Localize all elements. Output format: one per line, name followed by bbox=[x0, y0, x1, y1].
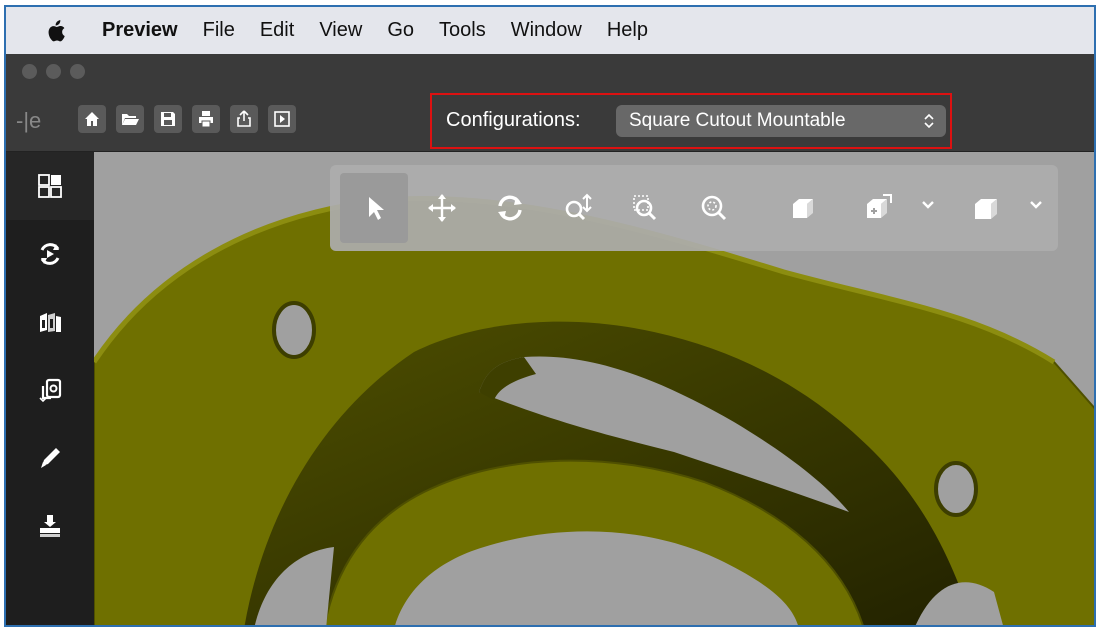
menu-app-name[interactable]: Preview bbox=[102, 19, 178, 42]
home-button[interactable] bbox=[78, 105, 106, 133]
view-orientation-button[interactable] bbox=[844, 173, 912, 243]
view-orientation-chevron-down-icon[interactable] bbox=[920, 197, 936, 213]
sidebar-views[interactable] bbox=[6, 288, 94, 356]
menu-tools[interactable]: Tools bbox=[439, 19, 486, 42]
configurations-selected-value: Square Cutout Mountable bbox=[629, 110, 846, 131]
rotate-icon bbox=[498, 195, 522, 221]
close-window-button[interactable] bbox=[22, 64, 37, 79]
markup-pen-icon bbox=[41, 448, 60, 468]
view-toolbar bbox=[330, 165, 1058, 251]
sidebar-markup[interactable] bbox=[6, 424, 94, 492]
zoom-fit-icon bbox=[701, 195, 727, 221]
zoom-area-tool-button[interactable] bbox=[612, 173, 680, 243]
title-bar bbox=[6, 54, 1094, 88]
pan-icon bbox=[428, 194, 456, 222]
print-button[interactable] bbox=[192, 105, 220, 133]
standard-view-icon bbox=[793, 199, 813, 218]
animation-icon bbox=[40, 243, 60, 265]
zoom-window-button[interactable] bbox=[70, 64, 85, 79]
zoom-tool-button[interactable] bbox=[544, 173, 612, 243]
minimize-window-button[interactable] bbox=[46, 64, 61, 79]
apple-icon[interactable] bbox=[44, 18, 72, 44]
menu-go[interactable]: Go bbox=[387, 19, 414, 42]
panel-toggle-icon bbox=[274, 111, 290, 127]
configurations-label: Configurations: bbox=[446, 109, 581, 131]
menu-window[interactable]: Window bbox=[511, 19, 582, 42]
zoom-area-icon bbox=[633, 195, 657, 221]
zoom-fit-tool-button[interactable] bbox=[680, 173, 748, 243]
pan-tool-button[interactable] bbox=[408, 173, 476, 243]
print-icon bbox=[199, 111, 213, 128]
menu-view[interactable]: View bbox=[319, 19, 362, 42]
select-arrow-icon bbox=[369, 197, 384, 220]
share-icon bbox=[237, 110, 251, 127]
menu-file[interactable]: File bbox=[203, 19, 235, 42]
display-style-chevron-down-icon[interactable] bbox=[1028, 197, 1044, 213]
print3d-icon bbox=[40, 515, 60, 537]
display-manager-icon bbox=[38, 174, 62, 198]
select-tool-button[interactable] bbox=[340, 173, 408, 243]
configurations-icon bbox=[39, 378, 62, 403]
sidebar-display-manager[interactable] bbox=[6, 152, 94, 220]
open-folder-icon bbox=[122, 114, 139, 125]
toolbar: -|e Configurations: Square Cutout Mounta… bbox=[6, 88, 1094, 152]
save-button[interactable] bbox=[154, 105, 182, 133]
standard-view-button[interactable] bbox=[768, 173, 836, 243]
share-button[interactable] bbox=[230, 105, 258, 133]
display-style-button[interactable] bbox=[952, 173, 1020, 243]
save-icon bbox=[161, 112, 175, 126]
views-icon bbox=[40, 313, 61, 332]
configurations-select[interactable]: Square Cutout Mountable bbox=[616, 105, 946, 137]
left-sidebar bbox=[6, 152, 94, 625]
zoom-icon bbox=[565, 193, 592, 221]
display-style-icon bbox=[975, 199, 997, 219]
app-window: Preview File Edit View Go Tools Window H… bbox=[4, 5, 1096, 627]
menu-bar: Preview File Edit View Go Tools Window H… bbox=[6, 7, 1094, 54]
sidebar-animation[interactable] bbox=[6, 220, 94, 288]
panel-toggle-button[interactable] bbox=[268, 105, 296, 133]
sidebar-configurations[interactable] bbox=[6, 356, 94, 424]
back-button[interactable]: -|e bbox=[16, 108, 41, 134]
home-icon bbox=[85, 112, 99, 126]
updown-chevron-icon bbox=[924, 113, 934, 129]
menu-help[interactable]: Help bbox=[607, 19, 648, 42]
rotate-tool-button[interactable] bbox=[476, 173, 544, 243]
3d-viewport[interactable] bbox=[94, 152, 1094, 625]
menu-edit[interactable]: Edit bbox=[260, 19, 294, 42]
sidebar-print3d[interactable] bbox=[6, 492, 94, 560]
view-orientation-icon bbox=[867, 194, 892, 218]
configurations-highlight: Configurations: Square Cutout Mountable bbox=[430, 93, 952, 149]
open-button[interactable] bbox=[116, 105, 144, 133]
